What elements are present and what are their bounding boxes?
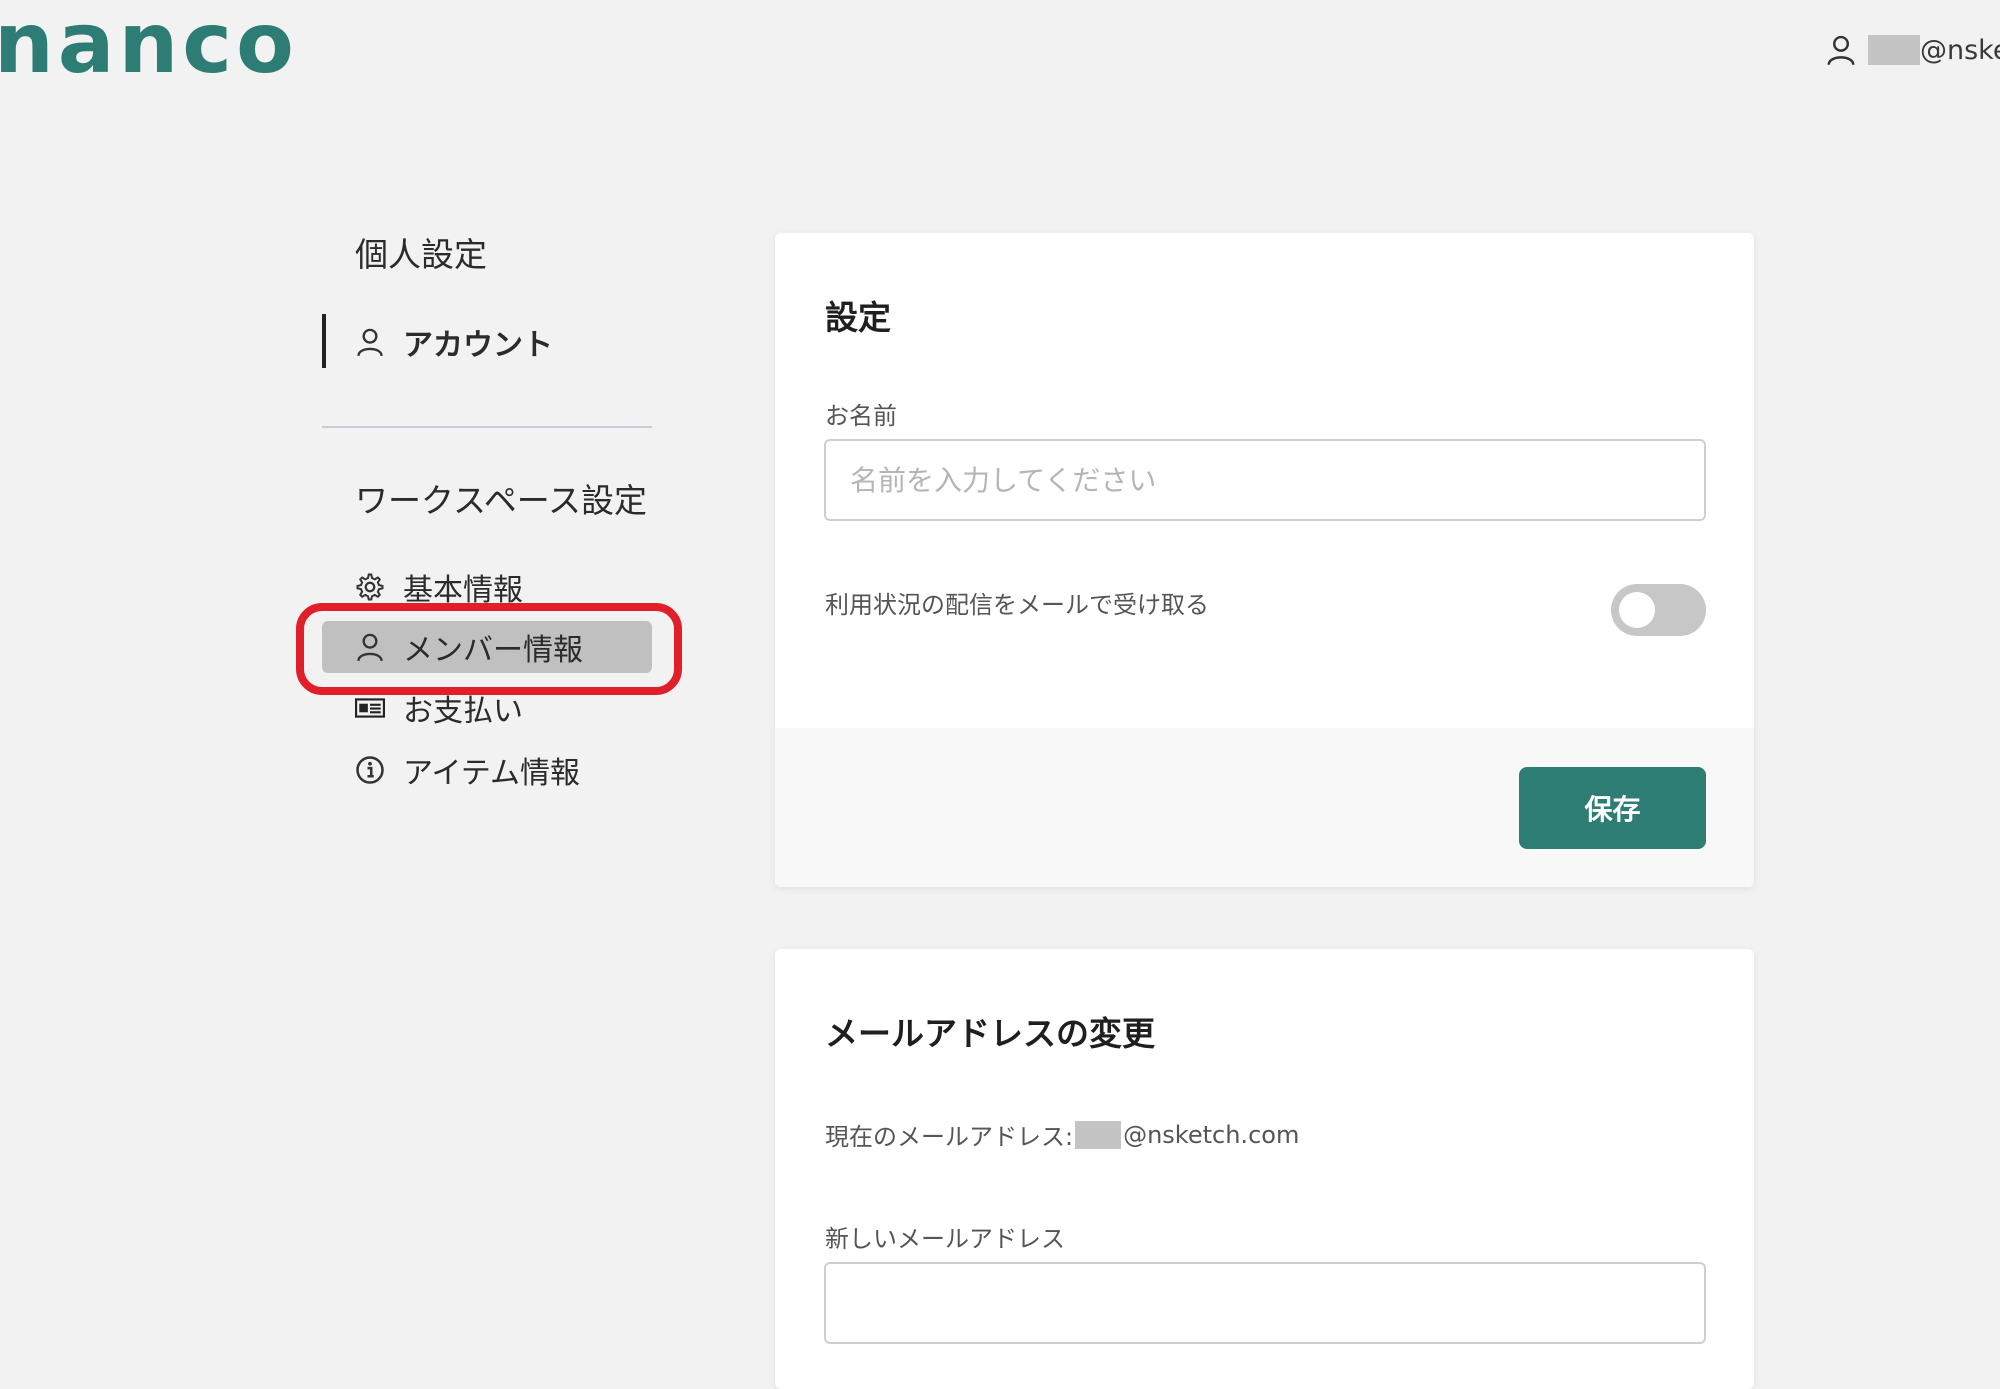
workspace-settings-heading: ワークスペース設定	[355, 481, 648, 520]
redacted-email-user	[1075, 1120, 1122, 1149]
save-button[interactable]: 保存	[1519, 767, 1706, 849]
redacted-username	[1868, 35, 1920, 65]
current-email-domain: @nsketch.com	[1123, 1120, 1300, 1149]
sidebar-item-label: アイテム情報	[403, 756, 580, 791]
new-email-label: 新しいメールアドレス	[825, 1225, 1065, 1253]
app-logo[interactable]: nanco	[0, 0, 298, 92]
name-input[interactable]	[824, 439, 1706, 521]
info-icon	[356, 756, 384, 784]
toggle-knob	[1619, 592, 1655, 628]
settings-card-footer: 保存	[775, 728, 1754, 887]
personal-settings-heading: 個人設定	[355, 235, 487, 274]
current-email-label: 現在のメールアドレス:	[825, 1123, 1074, 1151]
notify-label: 利用状況の配信をメールで受け取る	[825, 591, 1209, 619]
sidebar-item-item-info[interactable]: アイテム情報	[322, 744, 652, 796]
notify-toggle[interactable]	[1611, 584, 1706, 636]
sidebar-item-label: アカウント	[403, 328, 553, 363]
sidebar-item-account[interactable]: アカウント	[322, 314, 652, 368]
user-account-menu[interactable]: @nsket	[1826, 30, 2000, 70]
name-label: お名前	[825, 402, 897, 430]
new-email-input[interactable]	[824, 1262, 1706, 1344]
gear-icon	[356, 573, 384, 601]
email-change-card: メールアドレスの変更 現在のメールアドレス: @nsketch.com 新しいメ…	[775, 949, 1754, 1389]
user-email: @nsket	[1920, 34, 2000, 66]
settings-card: 設定 お名前 利用状況の配信をメールで受け取る 保存	[775, 233, 1754, 887]
email-change-title: メールアドレスの変更	[825, 1014, 1155, 1053]
highlight-annotation	[296, 603, 682, 695]
current-email-row: 現在のメールアドレス: @nsketch.com	[825, 1117, 1299, 1152]
id-card-icon	[355, 698, 385, 718]
user-icon	[1827, 35, 1855, 66]
user-icon	[357, 328, 383, 357]
sidebar-divider	[322, 426, 652, 428]
settings-title: 設定	[825, 298, 891, 337]
